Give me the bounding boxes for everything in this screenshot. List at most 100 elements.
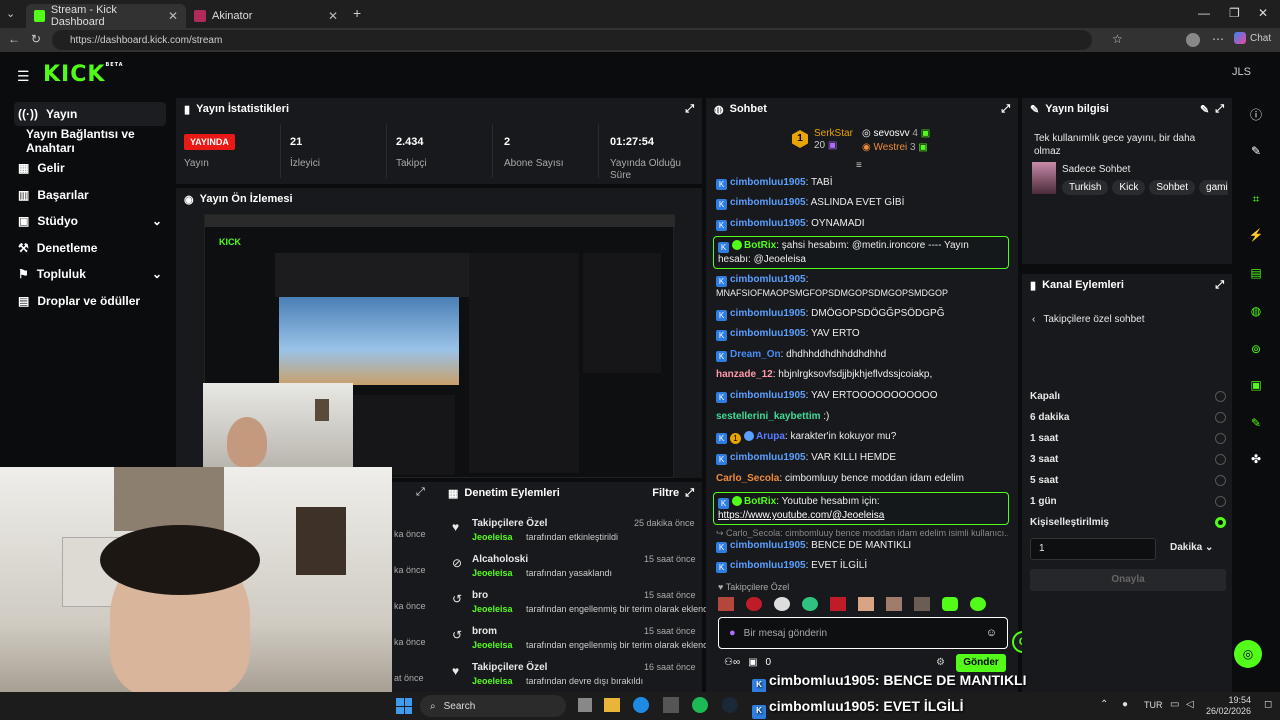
chat-username[interactable]: cimbomluu1905	[730, 197, 806, 208]
lightning-icon[interactable]: ⚡	[1248, 228, 1264, 244]
chat-message[interactable]: K 1 Arupa: karakter'in kokuyor mu?	[716, 430, 1008, 444]
expand-icon[interactable]: ⤢	[1001, 103, 1010, 116]
chat-message[interactable]: Kcimbomluu1905: OYNAMADI	[716, 217, 1008, 231]
emoji-icon[interactable]: ☺	[986, 627, 997, 639]
card-icon[interactable]: ▣	[1248, 378, 1264, 394]
tab-kick-dashboard[interactable]: Stream - Kick Dashboard ✕	[26, 4, 186, 28]
emote-icon[interactable]	[914, 597, 930, 611]
chat-username[interactable]: cimbomluu1905	[730, 560, 806, 571]
chat-username[interactable]: Carlo_Secola	[716, 473, 779, 484]
chat-username[interactable]: BotRix	[744, 240, 776, 251]
chat-message[interactable]: hanzade_12: hbjnlrgksovfsdjjbjkhjeflvdss…	[716, 368, 1008, 381]
mic-tray-icon[interactable]: ●	[1122, 699, 1128, 710]
sidebar-item-community[interactable]: ⚑ Topluluk ⌄	[14, 262, 166, 286]
emote-icon[interactable]	[886, 597, 902, 611]
emote-icon[interactable]	[942, 597, 958, 611]
radio[interactable]	[1215, 475, 1226, 486]
chat-message[interactable]: Kcimbomluu1905: MNAFSIOFMAOPSMGFOPSDMGOP…	[716, 273, 1012, 300]
emote-row[interactable]	[718, 597, 1008, 613]
settings-icon[interactable]: ⚙	[936, 657, 945, 668]
radio[interactable]	[1215, 433, 1226, 444]
sidebar-item-achievements[interactable]: ▥ Başarılar	[14, 183, 166, 207]
chat-username[interactable]: sestellerini_kaybettim	[716, 411, 821, 422]
close-tab-icon[interactable]: ✕	[168, 9, 178, 23]
chat-message[interactable]: Carlo_Secola: cimbomluuy bence moddan id…	[716, 472, 1008, 485]
chat-message[interactable]: Kcimbomluu1905: BENCE DE MANTIKLI	[716, 539, 1008, 553]
menu-dots-icon[interactable]: ⋯	[1212, 32, 1224, 46]
category-name[interactable]: Sadece Sohbet	[1062, 164, 1130, 175]
language-indicator[interactable]: TUR	[1144, 700, 1163, 710]
pen-icon[interactable]: ✎	[1248, 144, 1264, 160]
leader-name[interactable]: SerkStar	[814, 128, 853, 139]
clock[interactable]: 19:54 26/02/2026	[1206, 695, 1251, 717]
chat-message[interactable]: Kcimbomluu1905: VAR KILLI HEMDE	[716, 451, 1008, 465]
edit-icon[interactable]: ✎	[1200, 103, 1209, 116]
tab-list-icon[interactable]: ⌄	[6, 7, 15, 20]
chat-message-bot[interactable]: K BotRix: şahsi hesabım: @metin.ironcore …	[713, 236, 1009, 269]
chat-username[interactable]: Carlo_Secola	[726, 528, 780, 538]
radio-selected[interactable]	[1215, 517, 1226, 528]
maximize-icon[interactable]: ❐	[1229, 6, 1240, 20]
minimize-icon[interactable]: —	[1198, 6, 1210, 20]
users-icon[interactable]: ⚇∞	[724, 657, 740, 668]
filter-button[interactable]: Filtre	[652, 487, 679, 499]
filter-lines-icon[interactable]: ≡	[856, 160, 862, 171]
steam-icon[interactable]	[722, 697, 738, 713]
chat-message[interactable]: sestellerini_kaybettim :)	[716, 410, 1008, 423]
chat-message[interactable]: K Dream_On: dhdhhddhdhhddhdhhd	[716, 348, 1008, 362]
radio[interactable]	[1215, 496, 1226, 507]
support-button[interactable]: ◎	[1234, 640, 1262, 668]
option-1d[interactable]: 1 gün	[1030, 491, 1226, 512]
expand-icon[interactable]: ⤢	[685, 103, 694, 116]
tag[interactable]: Turkish	[1062, 180, 1109, 195]
sidebar-item-stream[interactable]: ((·)) Yayın	[14, 102, 166, 126]
back-icon[interactable]: ←	[8, 32, 20, 46]
close-tab-icon[interactable]: ✕	[328, 9, 338, 23]
chat-message[interactable]: Kcimbomluu1905: DMÖGOPSDÖGĞPSÖDGPĞ	[716, 307, 1008, 321]
chat-username[interactable]: Arupa	[756, 431, 785, 442]
sidebar-item-drops[interactable]: ▤ Droplar ve ödüller	[14, 289, 184, 313]
mic-icon[interactable]: ●	[729, 627, 736, 639]
chat-username[interactable]: cimbomluu1905	[730, 390, 806, 401]
radio[interactable]	[1215, 412, 1226, 423]
profile-avatar[interactable]	[1186, 33, 1200, 47]
expand-icon[interactable]: ⤢	[1215, 279, 1224, 292]
reload-icon[interactable]: ↻	[31, 32, 41, 46]
option-6min[interactable]: 6 dakika	[1030, 407, 1226, 428]
new-tab-icon[interactable]: +	[353, 5, 361, 21]
file-explorer-icon[interactable]	[604, 698, 620, 712]
emote-icon[interactable]	[718, 597, 734, 611]
wrench-icon[interactable]: ✎	[1248, 416, 1264, 432]
emote-icon[interactable]	[746, 597, 762, 611]
radio[interactable]	[1215, 454, 1226, 465]
tag[interactable]: gami	[1199, 180, 1228, 195]
chat-username[interactable]: BotRix	[744, 496, 776, 507]
mod-action-row[interactable]: ⊘ Alcaholoski 15 saat önce Jeoeleisa tar…	[446, 552, 698, 588]
send-button[interactable]: Gönder	[956, 654, 1006, 672]
tag[interactable]: Kick	[1112, 180, 1146, 195]
chat-message-bot[interactable]: K BotRix: Youtube hesabım için: https://ww…	[713, 492, 1009, 525]
broadcast-icon[interactable]: ⊚	[1248, 342, 1264, 358]
chat-message[interactable]: Kcimbomluu1905: EVET İLGİLİ	[716, 559, 1008, 573]
chat-username[interactable]: cimbomluu1905	[730, 540, 806, 551]
taskbar-search[interactable]: ⌕ Search	[420, 695, 566, 717]
tray-chevron-icon[interactable]: ⌃	[1100, 699, 1108, 710]
chat-username[interactable]: cimbomluu1905	[730, 218, 806, 229]
mod-action-row[interactable]: ♥ Takipçilere Özel 16 saat önce Jeoeleis…	[446, 660, 698, 690]
leader-third[interactable]: ◉ Westrei 3 ▣	[862, 142, 928, 153]
gift-icon[interactable]: ▣	[748, 657, 757, 668]
chat-username[interactable]: Dream_On	[730, 349, 781, 360]
shapes-icon[interactable]: ✤	[1248, 452, 1264, 468]
chat-message[interactable]: Kcimbomluu1905: TABİ	[716, 176, 1008, 190]
network-icon[interactable]: ▭	[1170, 699, 1179, 710]
unit-select[interactable]: Dakika ⌄	[1170, 542, 1213, 553]
chat-username[interactable]: cimbomluu1905	[730, 274, 806, 285]
option-1h[interactable]: 1 saat	[1030, 428, 1226, 449]
back-row[interactable]: ‹ Takipçilere özel sohbet	[1032, 314, 1145, 325]
sidebar-item-studio[interactable]: ▣ Stüdyo ⌄	[14, 209, 166, 233]
chat-message[interactable]: Kcimbomluu1905: YAV ERTOOOOOOOOOOO	[716, 389, 1008, 403]
edge-icon[interactable]	[633, 697, 649, 713]
expand-icon[interactable]: ⤢	[416, 486, 425, 499]
mod-action-row[interactable]: ♥ Takipçilere Özel 25 dakika önce Jeoele…	[446, 516, 698, 552]
emote-icon[interactable]	[774, 597, 790, 611]
